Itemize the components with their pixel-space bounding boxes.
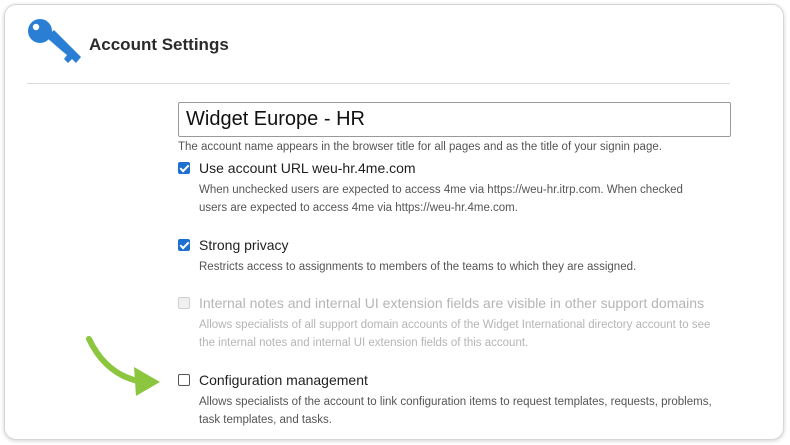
configuration-management-label[interactable]: Configuration management [199,372,368,388]
page-title: Account Settings [89,35,229,54]
configuration-management-checkbox[interactable] [178,374,190,386]
strong-privacy-label[interactable]: Strong privacy [199,237,288,253]
account-name-input[interactable] [178,102,731,137]
pointer-arrow-icon [86,336,160,396]
configuration-management-description: Allows specialists of the account to lin… [199,396,712,426]
internal-notes-checkbox [178,297,190,309]
header-divider [27,83,730,84]
internal-notes-label: Internal notes and internal UI extension… [199,295,705,311]
account-url-checkbox[interactable] [178,162,190,174]
strong-privacy-checkbox[interactable] [178,239,190,251]
key-icon [28,19,81,63]
account-url-description: When unchecked users are expected to acc… [199,184,683,214]
account-name-help: The account name appears in the browser … [178,141,662,153]
account-url-label[interactable]: Use account URL weu-hr.4me.com [199,160,416,176]
internal-notes-description: Allows specialists of all support domain… [199,319,711,349]
strong-privacy-description: Restricts access to assignments to membe… [199,261,637,273]
